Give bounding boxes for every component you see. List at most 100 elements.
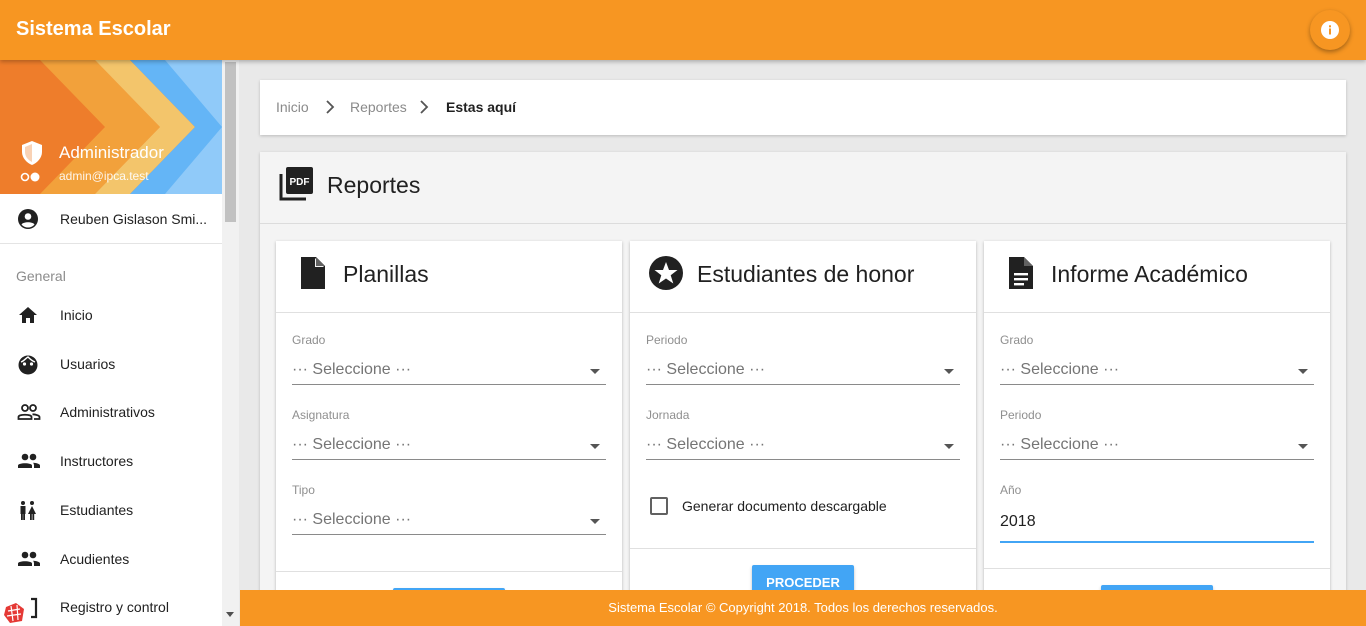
svg-text:PDF: PDF [290,177,310,188]
dropdown-arrow-icon [1298,369,1308,374]
breadcrumb-current: Estas aquí [446,99,517,115]
grado-select-field[interactable]: Grado ··· Seleccione ··· [1000,333,1314,385]
face-icon [18,355,38,375]
dropdown-arrow-icon [944,444,954,449]
sidebar-item-label: Administrativos [60,404,155,420]
select-value: ··· Seleccione ··· [1000,361,1120,378]
copyright-text: Sistema Escolar © Copyright 2018. Todos … [608,600,998,615]
account-circle-icon [18,209,38,229]
card-title: Estudiantes de honor [697,261,915,287]
periodo-select[interactable]: ··· Seleccione ··· [646,357,960,385]
ano-input[interactable] [1000,513,1314,531]
sidebar-item-label: Inicio [60,307,93,323]
people-icon [18,551,40,566]
description-icon [1009,257,1033,289]
section-label-general: General [16,268,66,284]
sidebar-item-instructores[interactable]: Instructores [0,439,222,483]
field-label: Jornada [646,408,690,422]
file-icon [301,257,325,289]
reports-header: PDF Reportes [260,152,1346,224]
page-footer: Sistema Escolar © Copyright 2018. Todos … [240,590,1366,626]
card-informe-academico: Informe Académico Grado ··· Seleccione ·… [984,241,1330,621]
scroll-down-arrow-icon[interactable] [226,612,234,617]
pdf-icon: PDF [279,167,313,201]
tipo-select[interactable]: ··· Seleccione ··· [292,507,606,535]
field-label: Año [1000,483,1022,497]
descargable-checkbox[interactable] [650,497,668,515]
dropdown-arrow-icon [590,444,600,449]
grado-select-field[interactable]: Grado ··· Seleccione ··· [292,333,606,385]
sidebar: Administrador admin@ipca.test Reuben Gis… [0,60,222,626]
app-title: Sistema Escolar [16,18,171,40]
card-title: Informe Académico [1051,261,1248,287]
field-label: Grado [292,333,326,347]
shield-icon [22,141,42,165]
current-user-item[interactable]: Reuben Gislason Smi... [0,194,222,244]
info-button[interactable] [1310,10,1350,50]
dropdown-arrow-icon [944,369,954,374]
dropdown-arrow-icon [590,369,600,374]
dropdown-arrow-icon [1298,444,1308,449]
sidebar-scrollbar-thumb[interactable] [225,62,236,222]
breadcrumb: Inicio Reportes Estas aquí [260,80,1346,135]
sidebar-item-administrativos[interactable]: Administrativos [0,390,222,434]
current-user-name: Reuben Gislason Smi... [60,211,208,227]
star-circle-icon [649,256,683,290]
sidebar-item-estudiantes[interactable]: Estudiantes [0,488,222,532]
asignatura-select-field[interactable]: Asignatura ··· Seleccione ··· [292,408,606,460]
ano-input-field[interactable]: Año [1000,483,1314,543]
sidebar-item-usuarios[interactable]: Usuarios [0,342,222,386]
status-dots-icon[interactable] [20,171,42,183]
card-header: Estudiantes de honor [630,241,976,313]
select-value: ··· Seleccione ··· [292,361,412,378]
field-label: Periodo [1000,408,1042,422]
admin-name: Administrador [59,143,164,162]
periodo-select-field[interactable]: Periodo ··· Seleccione ··· [1000,408,1314,460]
field-label: Grado [1000,333,1034,347]
ano-input-wrapper[interactable] [1000,507,1314,543]
field-label: Asignatura [292,408,350,422]
card-title: Planillas [343,261,429,287]
periodo-select[interactable]: ··· Seleccione ··· [1000,432,1314,460]
sidebar-item-acudientes[interactable]: Acudientes [0,537,222,581]
wc-icon [20,501,36,520]
reports-title: Reportes [327,172,421,198]
select-value: ··· Seleccione ··· [1000,436,1120,453]
admin-email: admin@ipca.test [59,169,149,183]
home-icon [19,307,37,323]
people-icon [18,453,40,468]
select-value: ··· Seleccione ··· [292,511,412,528]
chevron-right-icon [326,100,335,114]
select-value: ··· Seleccione ··· [646,436,766,453]
card-planillas: Planillas Grado ··· Seleccione ··· Asign… [276,241,622,624]
asignatura-select[interactable]: ··· Seleccione ··· [292,432,606,460]
field-label: Periodo [646,333,688,347]
sidebar-item-label: Instructores [60,453,134,469]
card-header: Planillas [276,241,622,313]
sidebar-item-label: Registro y control [60,599,169,615]
chevron-right-icon [420,100,429,114]
breadcrumb-item-inicio[interactable]: Inicio [276,99,309,115]
dropdown-arrow-icon [590,519,600,524]
sidebar-item-label: Estudiantes [60,502,134,518]
grado-select[interactable]: ··· Seleccione ··· [1000,357,1314,385]
tipo-select-field[interactable]: Tipo ··· Seleccione ··· [292,483,606,535]
people-outline-icon [17,404,41,420]
sidebar-item-inicio[interactable]: Inicio [0,293,222,337]
card-header: Informe Académico [984,241,1330,313]
sidebar-item-label: Usuarios [60,356,116,372]
profile-banner: Administrador admin@ipca.test [0,60,222,194]
app-logo-icon [4,603,24,623]
select-value: ··· Seleccione ··· [646,361,766,378]
sidebar-item-registro-y-control[interactable]: Registro y control [0,585,222,626]
periodo-select-field[interactable]: Periodo ··· Seleccione ··· [646,333,960,385]
jornada-select-field[interactable]: Jornada ··· Seleccione ··· [646,408,960,460]
jornada-select[interactable]: ··· Seleccione ··· [646,432,960,460]
field-label: Tipo [292,483,315,497]
breadcrumb-item-reportes[interactable]: Reportes [350,99,407,115]
info-icon [1321,21,1339,39]
sidebar-item-label: Acudientes [60,551,130,567]
grado-select[interactable]: ··· Seleccione ··· [292,357,606,385]
app-bar: Sistema Escolar [0,0,1366,60]
card-estudiantes-de-honor: Estudiantes de honor Periodo ··· Selecci… [630,241,976,601]
